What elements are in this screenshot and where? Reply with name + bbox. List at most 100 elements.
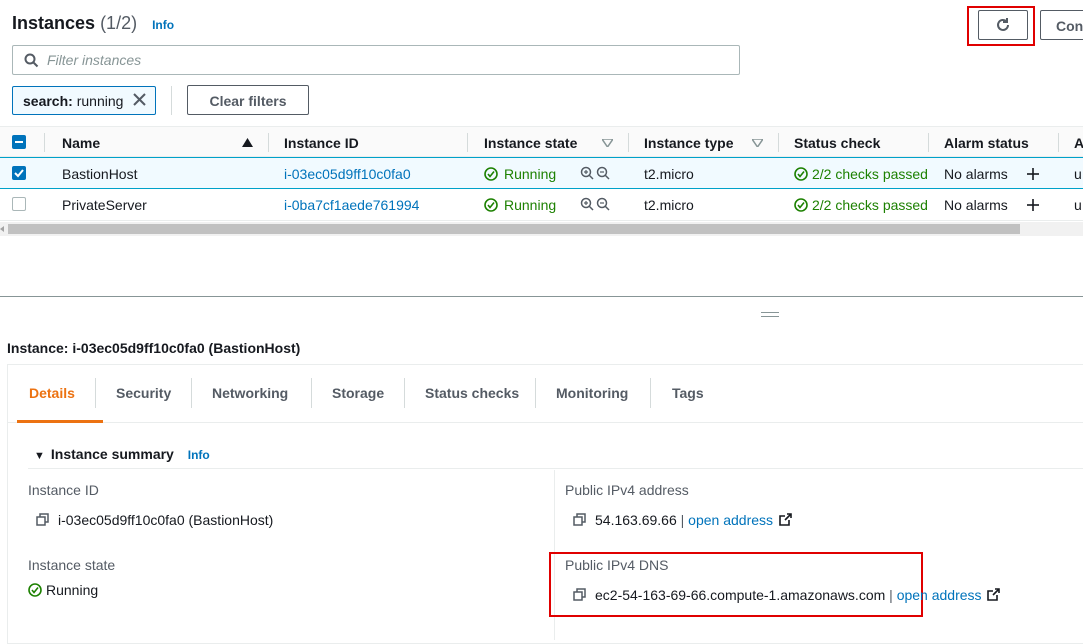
- tab-status-checks[interactable]: Status checks: [425, 385, 519, 401]
- tab-tags[interactable]: Tags: [672, 385, 704, 401]
- split-divider: [0, 296, 1083, 297]
- row-type: t2.micro: [644, 166, 694, 182]
- instance-id-text: i-03ec05d9ff10c0fa0 (BastionHost): [58, 512, 274, 528]
- connect-button[interactable]: Con: [1040, 10, 1083, 40]
- instance-details-title: Instance: i-03ec05d9ff10c0fa0 (BastionHo…: [7, 340, 301, 356]
- public-ipv4-text: 54.163.69.66: [595, 512, 677, 528]
- close-icon: [133, 93, 146, 106]
- row-name: PrivateServer: [62, 197, 147, 213]
- scrollbar-thumb[interactable]: [8, 224, 1020, 234]
- row-state: Running: [484, 166, 556, 182]
- row-extra: u: [1074, 197, 1082, 213]
- instance-id-label: Instance ID: [28, 482, 99, 498]
- row-alarm: No alarms: [944, 166, 1008, 182]
- row-status: 2/2 checks passed: [794, 166, 928, 182]
- row-state-text: Running: [504, 166, 557, 182]
- details-tabs: Details Security Networking Storage Stat…: [8, 365, 1083, 423]
- success-icon: [484, 167, 498, 181]
- table-header: Name Instance ID Instance state Instance…: [0, 126, 1083, 157]
- row-name: BastionHost: [62, 166, 138, 182]
- open-address-link[interactable]: open address: [688, 512, 773, 528]
- success-icon: [794, 167, 808, 181]
- success-icon: [484, 198, 498, 212]
- row-state: Running: [484, 197, 556, 213]
- caret-down-icon: ▼: [34, 450, 45, 462]
- filter-box[interactable]: [12, 45, 740, 75]
- external-link-icon[interactable]: [987, 588, 1001, 601]
- add-alarm-icon[interactable]: [1026, 198, 1040, 212]
- summary-divider: [28, 468, 1083, 469]
- tab-monitoring[interactable]: Monitoring: [556, 385, 628, 401]
- horizontal-scrollbar[interactable]: [0, 222, 1083, 236]
- separator: |: [889, 587, 893, 603]
- active-tab-indicator: [17, 420, 103, 423]
- row-checkbox[interactable]: [12, 166, 26, 180]
- tab-networking[interactable]: Networking: [212, 385, 288, 401]
- token-key: search:: [23, 93, 73, 109]
- summary-info-link[interactable]: Info: [188, 448, 210, 462]
- sort-icon[interactable]: [752, 139, 763, 147]
- zoom-icons[interactable]: [580, 166, 612, 182]
- instance-state-text: Running: [46, 582, 99, 598]
- token-divider: [171, 86, 172, 115]
- row-instance-id-link[interactable]: i-03ec05d9ff10c0fa0: [284, 166, 411, 182]
- instance-summary-header[interactable]: ▼ Instance summary Info: [34, 446, 210, 462]
- instance-id-value: i-03ec05d9ff10c0fa0 (BastionHost): [36, 512, 273, 528]
- clear-filters-button[interactable]: Clear filters: [187, 85, 309, 115]
- page-title: Instances (1/2) Info: [12, 13, 174, 34]
- summary-title: Instance summary: [50, 446, 174, 462]
- copy-icon[interactable]: [36, 513, 50, 527]
- open-address-link[interactable]: open address: [897, 587, 982, 603]
- scroll-left-icon[interactable]: [0, 226, 4, 232]
- token-value: running: [76, 93, 124, 109]
- success-icon: [794, 198, 808, 212]
- public-dns-text: ec2-54-163-69-66.compute-1.amazonaws.com: [595, 587, 886, 603]
- col-instance-state[interactable]: Instance state: [484, 135, 577, 151]
- row-instance-id-link[interactable]: i-0ba7cf1aede761994: [284, 197, 419, 213]
- row-status: 2/2 checks passed: [794, 197, 928, 213]
- row-extra: u: [1074, 166, 1082, 182]
- row-status-text: 2/2 checks passed: [812, 197, 928, 213]
- add-alarm-icon[interactable]: [1026, 167, 1040, 181]
- col-instance-id[interactable]: Instance ID: [284, 135, 359, 151]
- col-name[interactable]: Name: [62, 135, 100, 151]
- row-status-text: 2/2 checks passed: [812, 166, 928, 182]
- info-link[interactable]: Info: [152, 18, 174, 32]
- sort-icon[interactable]: [602, 139, 613, 147]
- instance-state-value: Running: [28, 582, 98, 598]
- instance-state-label: Instance state: [28, 557, 116, 573]
- public-ipv4-label: Public IPv4 address: [565, 482, 689, 498]
- select-all-checkbox[interactable]: [12, 135, 26, 149]
- page-title-text: Instances: [12, 13, 96, 33]
- search-icon: [24, 53, 39, 68]
- tab-details[interactable]: Details: [29, 385, 75, 401]
- copy-icon[interactable]: [573, 513, 587, 527]
- external-link-icon[interactable]: [779, 513, 792, 526]
- sort-ascending-icon[interactable]: [242, 138, 253, 147]
- tab-storage[interactable]: Storage: [332, 385, 384, 401]
- zoom-icons[interactable]: [580, 197, 612, 213]
- col-instance-type[interactable]: Instance type: [644, 135, 733, 151]
- col-status-check[interactable]: Status check: [794, 135, 880, 151]
- public-ipv4-value: 54.163.69.66 | open address: [573, 512, 792, 528]
- row-type: t2.micro: [644, 197, 694, 213]
- public-dns-value: ec2-54-163-69-66.compute-1.amazonaws.com…: [573, 587, 1001, 603]
- row-checkbox[interactable]: [12, 197, 26, 211]
- remove-token-button[interactable]: [132, 92, 147, 110]
- table-row[interactable]: PrivateServer i-0ba7cf1aede761994 Runnin…: [0, 189, 1083, 221]
- col-alarm-status[interactable]: Alarm status: [944, 135, 1029, 151]
- col-extra[interactable]: A: [1074, 135, 1083, 151]
- copy-icon[interactable]: [573, 588, 587, 602]
- success-icon: [28, 583, 42, 597]
- row-state-text: Running: [504, 197, 557, 213]
- check-icon: [14, 169, 24, 178]
- tab-security[interactable]: Security: [116, 385, 171, 401]
- public-dns-label: Public IPv4 DNS: [565, 557, 669, 573]
- resize-handle-icon[interactable]: [761, 312, 779, 317]
- separator: |: [680, 512, 685, 528]
- table-row[interactable]: BastionHost i-03ec05d9ff10c0fa0 Running …: [0, 157, 1083, 189]
- filter-input[interactable]: [47, 52, 727, 68]
- refresh-button[interactable]: [978, 10, 1028, 40]
- refresh-icon: [997, 18, 1009, 31]
- filter-token: search: running: [12, 86, 156, 115]
